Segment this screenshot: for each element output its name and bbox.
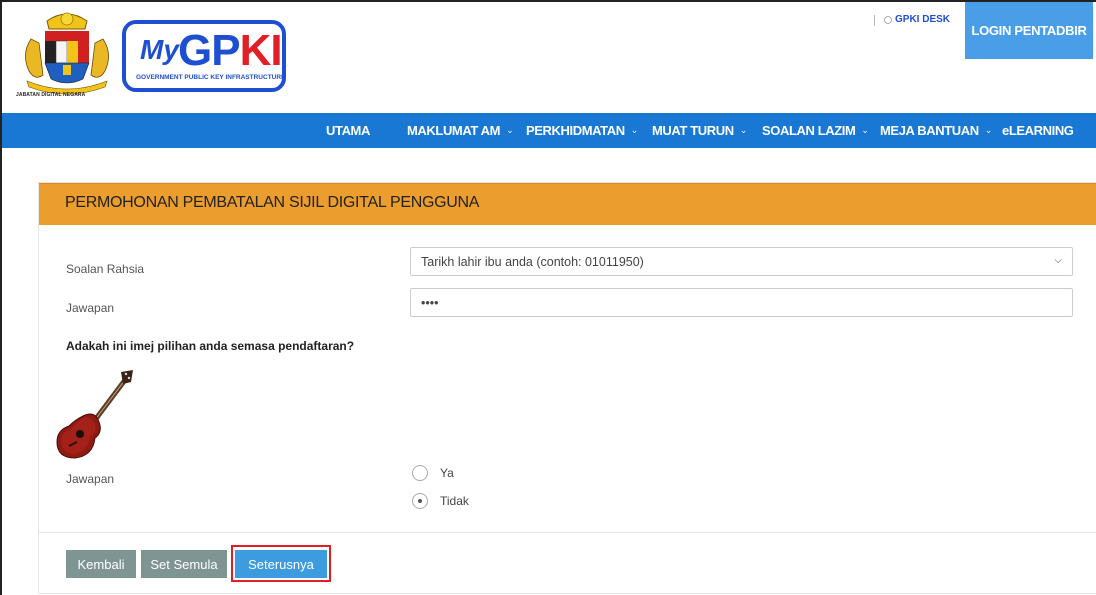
chevron-down-icon: ⌄ (506, 125, 514, 135)
crest-caption: JABATAN DIGITAL NEGARA (16, 92, 86, 98)
top-link-separator: | (873, 14, 876, 26)
site-header: JABATAN DIGITAL NEGARA My GPKI GOVERNMEN… (2, 2, 1096, 113)
nav-item-label: eLEARNING (1002, 123, 1074, 138)
radio-label: Ya (440, 466, 454, 480)
gpki-desk-label: GPKI DESK (895, 14, 951, 25)
chevron-down-icon: ⌄ (630, 125, 639, 135)
chevron-down-icon: ⌄ (739, 125, 748, 135)
secret-question-select[interactable]: Tarikh lahir ibu anda (contoh: 01011950)… (410, 247, 1073, 276)
nav-item-utama[interactable]: UTAMA (326, 113, 370, 148)
globe-icon (884, 15, 892, 24)
nav-item-muat-turun[interactable]: MUAT TURUN ⌄ (652, 113, 747, 148)
page-title: PERMOHONAN PEMBATALAN SIJIL DIGITAL PENG… (65, 194, 480, 211)
answer-masked-value: •••• (421, 295, 439, 310)
mygpki-logo[interactable]: My GPKI GOVERNMENT PUBLIC KEY INFRASTRUC… (122, 20, 286, 92)
radio-option-ya[interactable]: Ya (412, 465, 454, 481)
nav-item-elearning[interactable]: eLEARNING (1002, 113, 1074, 148)
nav-item-perkhidmatan[interactable]: PERKHIDMATAN ⌄ (526, 113, 638, 148)
reset-button[interactable]: Set Semula (141, 550, 227, 578)
radio-label: Tidak (440, 494, 469, 508)
nav-item-label: SOALAN LAZIM (762, 123, 856, 138)
next-button[interactable]: Seterusnya (235, 550, 327, 578)
radio-button-checked[interactable] (412, 493, 428, 509)
nav-item-label: MEJA BANTUAN (880, 123, 979, 138)
panel-header: PERMOHONAN PEMBATALAN SIJIL DIGITAL PENG… (39, 183, 1096, 225)
logo-ki-text: KI (239, 26, 283, 75)
logo-gpki-text: GPKI (178, 26, 283, 75)
radio-button[interactable] (412, 465, 428, 481)
nav-item-maklumat-am[interactable]: MAKLUMAT AM ⌄ (407, 113, 514, 148)
nav-item-label: MAKLUMAT AM (407, 123, 501, 138)
answer-label: Jawapan (66, 301, 115, 315)
chevron-down-icon: ⌄ (861, 125, 869, 135)
footer-divider (39, 532, 1096, 533)
nav-item-label: UTAMA (326, 123, 370, 138)
guitar-image (56, 370, 133, 459)
image-answer-label: Jawapan (66, 472, 115, 486)
back-button[interactable]: Kembali (66, 550, 136, 578)
secret-question-label: Soalan Rahsia (66, 262, 145, 276)
nav-item-soalan-lazim[interactable]: SOALAN LAZIM ⌄ (762, 113, 869, 148)
nav-item-label: MUAT TURUN (652, 123, 734, 138)
image-question-text: Adakah ini imej pilihan anda semasa pend… (66, 339, 355, 353)
secret-question-value: Tarikh lahir ibu anda (contoh: 01011950) (421, 254, 644, 269)
nav-item-meja-bantuan[interactable]: MEJA BANTUAN ⌄ (880, 113, 992, 148)
chevron-down-icon: ⌵ (1054, 255, 1062, 266)
main-navigation: UTAMA MAKLUMAT AM ⌄ PERKHIDMATAN ⌄ MUAT TU… (2, 113, 1096, 148)
chevron-down-icon: ⌄ (984, 125, 993, 135)
radio-option-tidak[interactable]: Tidak (412, 493, 469, 509)
logo-my-text: My (140, 34, 179, 65)
coat-of-arms-logo (25, 12, 109, 95)
page-frame: JABATAN DIGITAL NEGARA My GPKI GOVERNMEN… (0, 0, 1096, 595)
logo-subtitle: GOVERNMENT PUBLIC KEY INFRASTRUCTURE (136, 74, 286, 81)
login-admin-button[interactable]: LOGIN PENTADBIR (965, 2, 1093, 59)
answer-password-field[interactable]: •••• (410, 288, 1073, 317)
gpki-desk-link[interactable]: GPKI DESK (884, 14, 950, 25)
revocation-form-panel: PERMOHONAN PEMBATALAN SIJIL DIGITAL PENG… (38, 182, 1096, 594)
nav-item-label: PERKHIDMATAN (526, 123, 625, 138)
